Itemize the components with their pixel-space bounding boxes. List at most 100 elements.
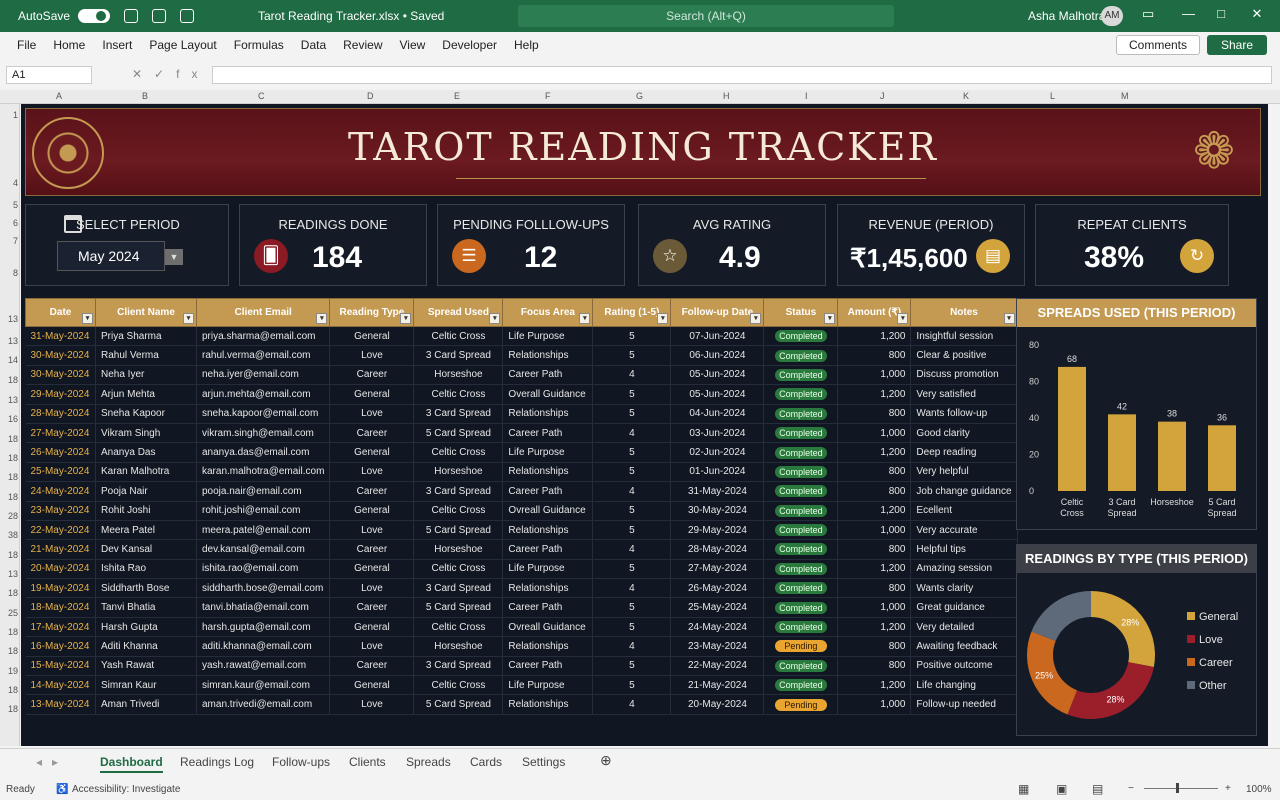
- table-cell[interactable]: Completed: [763, 675, 839, 696]
- table-cell[interactable]: Life Purpose: [502, 675, 594, 696]
- table-row[interactable]: 26-May-2024 Ananya Das ananya.das@email.co…: [25, 442, 1018, 463]
- table-cell[interactable]: 27-May-2024: [25, 423, 96, 444]
- table-cell[interactable]: Pending: [763, 694, 839, 715]
- row-header[interactable]: 13: [0, 336, 18, 346]
- row-header[interactable]: 25: [0, 608, 18, 618]
- row-header[interactable]: 18: [0, 627, 18, 637]
- table-cell[interactable]: 23-May-2024: [670, 636, 765, 657]
- table-cell[interactable]: neha.iyer@email.com: [196, 365, 331, 386]
- table-cell[interactable]: 5: [592, 656, 672, 677]
- table-cell[interactable]: Harsh Gupta: [95, 617, 197, 638]
- table-cell[interactable]: Relationships: [502, 694, 594, 715]
- table-cell[interactable]: Ananya Das: [95, 442, 197, 463]
- tab-settings[interactable]: Settings: [522, 755, 565, 769]
- tab-follow-ups[interactable]: Follow-ups: [272, 755, 330, 769]
- table-cell[interactable]: Follow-up needed: [910, 694, 1018, 715]
- col-header[interactable]: I: [805, 91, 808, 101]
- tab-dashboard[interactable]: Dashboard: [100, 755, 163, 773]
- table-cell[interactable]: 5: [592, 559, 672, 580]
- table-cell[interactable]: 5: [592, 326, 672, 347]
- table-cell[interactable]: Very helpful: [910, 462, 1018, 483]
- table-cell[interactable]: 5: [592, 675, 672, 696]
- row-header[interactable]: 13: [0, 314, 18, 324]
- table-cell[interactable]: 3 Card Spread: [413, 345, 504, 366]
- formula-input[interactable]: [212, 66, 1272, 84]
- table-cell[interactable]: 19-May-2024: [25, 578, 96, 599]
- table-cell[interactable]: 5: [592, 617, 672, 638]
- table-cell[interactable]: 16-May-2024: [25, 636, 96, 657]
- scroll-right-icon[interactable]: ▸: [52, 755, 58, 769]
- table-cell[interactable]: Career Path: [502, 481, 594, 502]
- table-row[interactable]: 23-May-2024 Rohit Joshi rohit.joshi@email.…: [25, 501, 1018, 521]
- column-header[interactable]: Spread Used ▾: [413, 298, 504, 327]
- column-header[interactable]: Status ▾: [763, 298, 839, 327]
- table-cell[interactable]: 1,000: [837, 365, 912, 386]
- table-cell[interactable]: Completed: [763, 442, 839, 463]
- zoom-slider[interactable]: [1144, 788, 1218, 789]
- table-cell[interactable]: 5 Card Spread: [413, 597, 504, 618]
- table-cell[interactable]: Very detailed: [910, 617, 1018, 638]
- row-header[interactable]: 18: [0, 588, 18, 598]
- col-header[interactable]: G: [636, 91, 643, 101]
- table-cell[interactable]: Karan Malhotra: [95, 462, 197, 483]
- tab-spreads[interactable]: Spreads: [406, 755, 451, 769]
- row-header[interactable]: 7: [0, 236, 18, 246]
- table-cell[interactable]: 4: [592, 365, 672, 386]
- table-cell[interactable]: General: [329, 675, 415, 696]
- table-cell[interactable]: 5: [592, 597, 672, 618]
- table-cell[interactable]: 26-May-2024: [25, 442, 96, 463]
- table-cell[interactable]: 26-May-2024: [670, 578, 765, 599]
- row-header[interactable]: 18: [0, 434, 18, 444]
- col-header[interactable]: E: [454, 91, 460, 101]
- row-header[interactable]: 6: [0, 218, 18, 228]
- row-header[interactable]: 13: [0, 569, 18, 579]
- table-cell[interactable]: 05-Jun-2024: [670, 384, 765, 405]
- table-cell[interactable]: 05-Jun-2024: [670, 365, 765, 386]
- table-cell[interactable]: Completed: [763, 481, 839, 502]
- column-header[interactable]: Rating (1-5) ▾: [592, 298, 672, 327]
- table-cell[interactable]: 5: [592, 345, 672, 366]
- table-cell[interactable]: Priya Sharma: [95, 326, 197, 347]
- table-cell[interactable]: Celtic Cross: [413, 559, 504, 580]
- menu-data[interactable]: Data: [301, 38, 326, 52]
- table-cell[interactable]: Sneha Kapoor: [95, 404, 197, 424]
- table-cell[interactable]: Great guidance: [910, 597, 1018, 618]
- table-cell[interactable]: General: [329, 501, 415, 521]
- table-cell[interactable]: Completed: [763, 501, 839, 521]
- col-header[interactable]: H: [723, 91, 730, 101]
- table-cell[interactable]: Meera Patel: [95, 520, 197, 541]
- table-cell[interactable]: Career: [329, 365, 415, 386]
- menu-view[interactable]: View: [400, 38, 426, 52]
- filter-dropdown-icon[interactable]: ▾: [750, 313, 762, 324]
- table-cell[interactable]: Celtic Cross: [413, 442, 504, 463]
- search-box[interactable]: Search (Alt+Q): [518, 5, 894, 27]
- table-cell[interactable]: General: [329, 442, 415, 463]
- table-cell[interactable]: Arjun Mehta: [95, 384, 197, 405]
- table-cell[interactable]: 5: [592, 501, 672, 521]
- table-cell[interactable]: Completed: [763, 345, 839, 366]
- table-cell[interactable]: General: [329, 384, 415, 405]
- table-cell[interactable]: sneha.kapoor@email.com: [196, 404, 331, 424]
- table-cell[interactable]: Aman Trivedi: [95, 694, 197, 715]
- row-header[interactable]: 18: [0, 550, 18, 560]
- table-cell[interactable]: Completed: [763, 656, 839, 677]
- table-cell[interactable]: Career Path: [502, 597, 594, 618]
- table-cell[interactable]: Love: [329, 520, 415, 541]
- table-cell[interactable]: 1,200: [837, 384, 912, 405]
- table-cell[interactable]: Career: [329, 597, 415, 618]
- table-cell[interactable]: 27-May-2024: [670, 559, 765, 580]
- table-cell[interactable]: Helpful tips: [910, 539, 1018, 560]
- table-cell[interactable]: 4: [592, 423, 672, 444]
- row-header[interactable]: 18: [0, 685, 18, 695]
- table-cell[interactable]: Celtic Cross: [413, 326, 504, 347]
- table-cell[interactable]: yash.rawat@email.com: [196, 656, 331, 677]
- zoom-level[interactable]: 100%: [1246, 784, 1272, 795]
- table-cell[interactable]: 4: [592, 539, 672, 560]
- row-header[interactable]: 18: [0, 453, 18, 463]
- table-cell[interactable]: 5 Card Spread: [413, 520, 504, 541]
- filter-dropdown-icon[interactable]: ▾: [316, 313, 328, 324]
- table-cell[interactable]: Completed: [763, 326, 839, 347]
- table-cell[interactable]: Career Path: [502, 365, 594, 386]
- column-header[interactable]: Focus Area ▾: [502, 298, 594, 327]
- table-cell[interactable]: Rahul Verma: [95, 345, 197, 366]
